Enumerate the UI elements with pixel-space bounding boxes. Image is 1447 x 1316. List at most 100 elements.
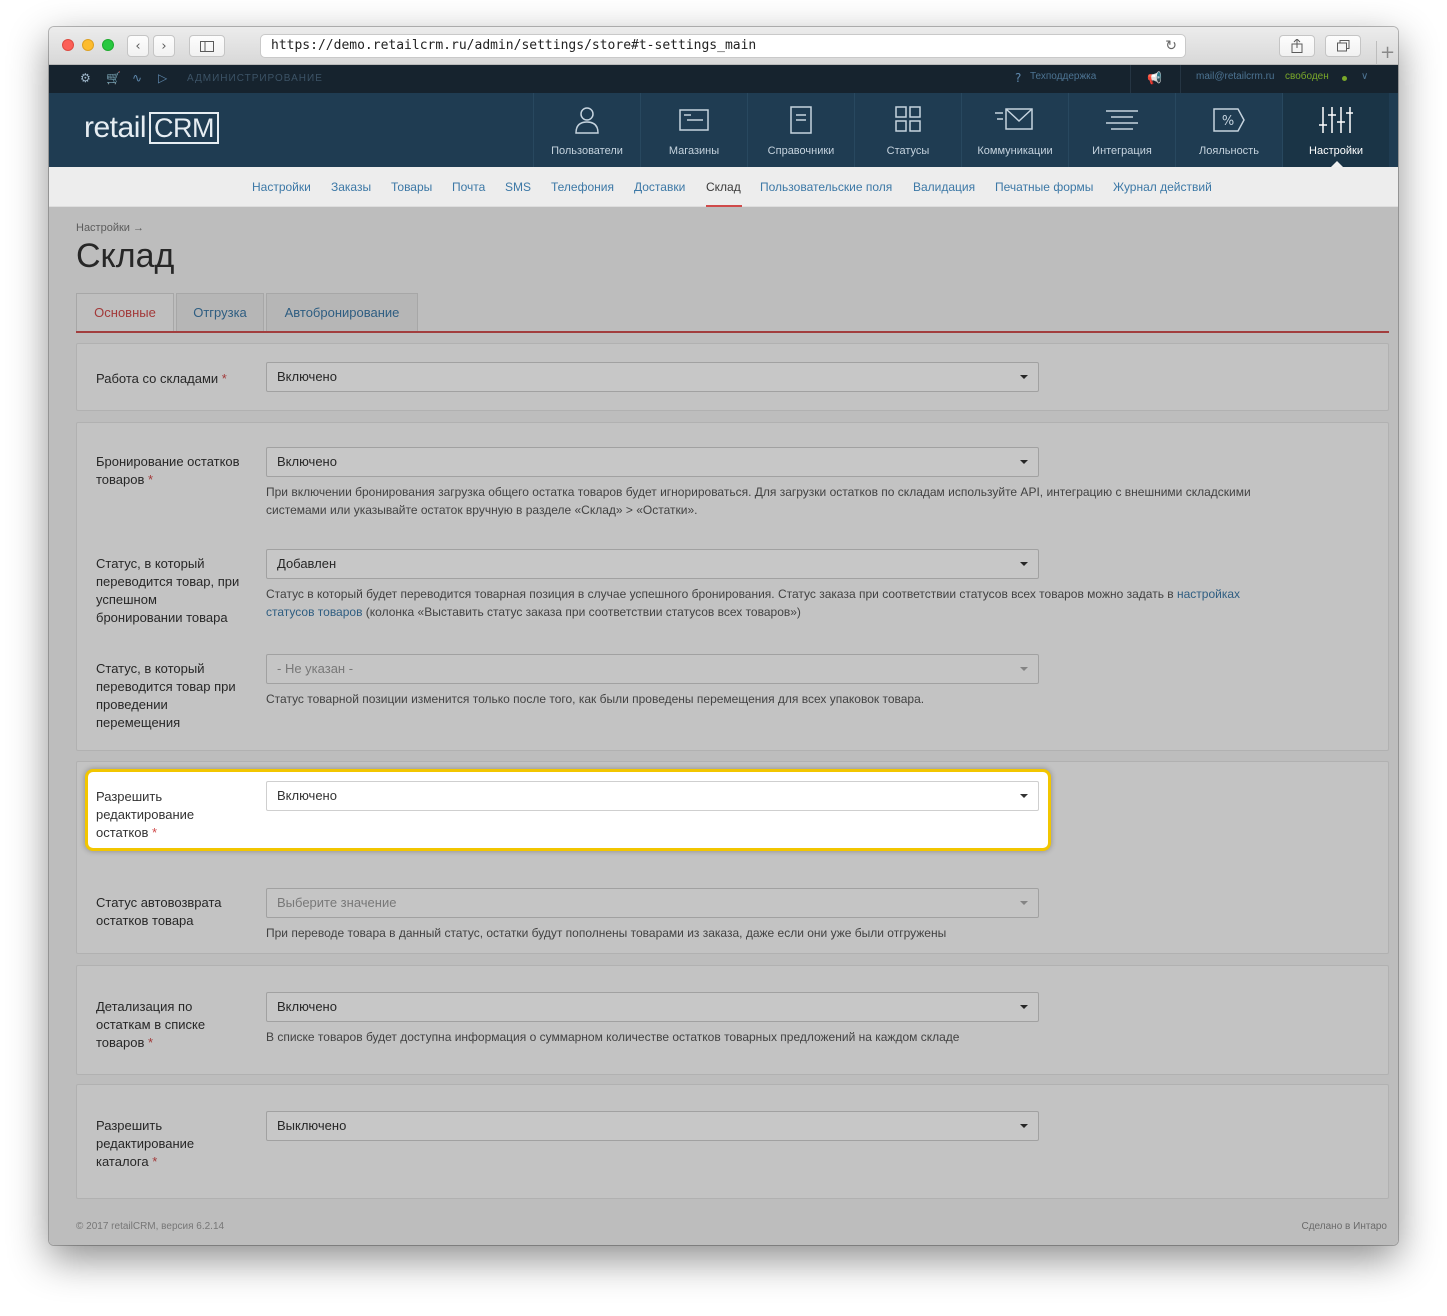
minimize-window-button[interactable] bbox=[82, 39, 94, 51]
subnav-action-log[interactable]: Журнал действий bbox=[1113, 180, 1212, 194]
sidebar-button[interactable] bbox=[189, 35, 225, 57]
reserve-status-select[interactable]: Добавлен bbox=[266, 549, 1039, 579]
tabs-overview-button[interactable] bbox=[1325, 35, 1361, 57]
reserve-value: Включено bbox=[277, 454, 337, 469]
subnav-delivery[interactable]: Доставки bbox=[634, 180, 685, 194]
nav-loyalty[interactable]: % Лояльность bbox=[1175, 93, 1282, 167]
cart-icon[interactable]: 🛒 bbox=[106, 71, 121, 85]
browser-window: ‹ › https://demo.retailcrm.ru/admin/sett… bbox=[49, 27, 1398, 1245]
logo-text: retail bbox=[84, 111, 147, 144]
edit-stock-select[interactable]: Включено bbox=[266, 781, 1039, 811]
nav-settings-label: Настройки bbox=[1309, 145, 1363, 157]
footer-copyright: © 2017 retailCRM, версия 6.2.14 bbox=[76, 1221, 225, 1232]
nav-users-label: Пользователи bbox=[551, 145, 623, 157]
nav-communications-label: Коммуникации bbox=[977, 145, 1053, 157]
edit-catalog-value: Выключено bbox=[277, 1118, 347, 1133]
retailcrm-logo[interactable]: retail CRM bbox=[84, 111, 220, 145]
support-link[interactable]: Техподдержка bbox=[1030, 71, 1096, 82]
help-circle-icon[interactable]: ? bbox=[1015, 71, 1021, 85]
subnav-sms[interactable]: SMS bbox=[505, 180, 531, 194]
autoreturn-status-label: Статус автовозврата остатков товара bbox=[96, 895, 222, 928]
detail-stock-select[interactable]: Включено bbox=[266, 992, 1039, 1022]
edit-catalog-label: Разрешить редактирование каталога bbox=[96, 1118, 195, 1169]
tab-underline bbox=[76, 331, 1389, 333]
reserve-help: При включении бронирования загрузка обще… bbox=[266, 485, 1251, 517]
nav-integration-label: Интеграция bbox=[1092, 145, 1152, 157]
subnav-print-forms[interactable]: Печатные формы bbox=[995, 180, 1093, 194]
caret-down-icon bbox=[1020, 1124, 1028, 1128]
divider bbox=[1130, 65, 1131, 93]
user-status[interactable]: свободен bbox=[1285, 71, 1329, 82]
settings-subnav: Настройки Заказы Товары Почта SMS Телефо… bbox=[49, 167, 1398, 207]
autoreturn-status-select[interactable]: Выберите значение bbox=[266, 888, 1039, 918]
page-content: Настройки → Склад Основные Отгрузка Авто… bbox=[49, 207, 1398, 1245]
panel-reservation: Бронирование остатков товаров * Включено… bbox=[76, 422, 1389, 751]
subnav-settings[interactable]: Настройки bbox=[252, 180, 311, 194]
nav-references[interactable]: Справочники bbox=[747, 93, 854, 167]
subnav-custom-fields[interactable]: Пользовательские поля bbox=[760, 180, 892, 194]
required-mark: * bbox=[152, 825, 158, 840]
browser-toolbar: ‹ › https://demo.retailcrm.ru/admin/sett… bbox=[49, 27, 1398, 65]
reload-icon[interactable]: ↻ bbox=[1165, 35, 1177, 57]
footer-credit[interactable]: Сделано в Интаро bbox=[1302, 1221, 1388, 1232]
field-label: Разрешить редактирование каталога * bbox=[96, 1117, 246, 1171]
close-window-button[interactable] bbox=[62, 39, 74, 51]
percent-tag-icon: % bbox=[1213, 108, 1245, 132]
main-header: retail CRM Пользователи Магазины Справочн… bbox=[49, 93, 1398, 168]
detail-stock-value: Включено bbox=[277, 999, 337, 1014]
nav-stores[interactable]: Магазины bbox=[640, 93, 747, 167]
zoom-window-button[interactable] bbox=[102, 39, 114, 51]
nav-communications[interactable]: Коммуникации bbox=[961, 93, 1068, 167]
reserve-status-help: Статус в который будет переводится товар… bbox=[266, 585, 1266, 621]
tab-main[interactable]: Основные bbox=[76, 293, 174, 331]
share-button[interactable] bbox=[1279, 35, 1315, 57]
nav-integration[interactable]: Интеграция bbox=[1068, 93, 1175, 167]
subnav-mail[interactable]: Почта bbox=[452, 180, 485, 194]
admin-section-label: АДМИНИСТРИРОВАНИЕ bbox=[187, 73, 323, 84]
forward-button[interactable]: › bbox=[153, 35, 175, 57]
integration-lines-icon bbox=[1106, 110, 1138, 130]
caret-down-icon bbox=[1020, 1005, 1028, 1009]
required-mark: * bbox=[148, 472, 154, 487]
address-bar[interactable]: https://demo.retailcrm.ru/admin/settings… bbox=[260, 34, 1186, 58]
subnav-warehouse[interactable]: Склад bbox=[706, 180, 741, 194]
panel-warehouses: Работа со складами * Включено bbox=[76, 343, 1389, 411]
required-mark: * bbox=[152, 1154, 158, 1169]
edit-catalog-select[interactable]: Выключено bbox=[266, 1111, 1039, 1141]
nav-users[interactable]: Пользователи bbox=[533, 93, 640, 167]
nav-statuses[interactable]: Статусы bbox=[854, 93, 961, 167]
tab-autoreserve[interactable]: Автобронирование bbox=[266, 293, 418, 331]
help-text: (колонка «Выставить статус заказа при со… bbox=[362, 605, 801, 619]
tab-shipment[interactable]: Отгрузка bbox=[176, 293, 264, 331]
breadcrumb[interactable]: Настройки → bbox=[76, 222, 144, 234]
admin-bar: ⚙ 🛒 ∿ ▷ АДМИНИСТРИРОВАНИЕ ? Техподдержка… bbox=[49, 65, 1398, 93]
transfer-status-label: Статус, в который переводится товар при … bbox=[96, 661, 236, 730]
sidebar-icon bbox=[200, 40, 214, 52]
transfer-status-select[interactable]: - Не указан - bbox=[266, 654, 1039, 684]
user-email[interactable]: mail@retailcrm.ru bbox=[1196, 71, 1275, 82]
play-icon[interactable]: ▷ bbox=[158, 71, 167, 85]
caret-down-icon bbox=[1020, 667, 1028, 671]
warehouses-select[interactable]: Включено bbox=[266, 362, 1039, 392]
subnav-validation[interactable]: Валидация bbox=[913, 180, 975, 194]
chart-icon[interactable]: ∿ bbox=[132, 71, 142, 85]
megaphone-icon[interactable]: 📢 bbox=[1147, 71, 1162, 85]
reserve-label: Бронирование остатков товаров bbox=[96, 454, 240, 487]
chevron-right-icon: › bbox=[161, 38, 167, 54]
chevron-down-icon[interactable]: ∨ bbox=[1361, 71, 1368, 82]
warehouses-value: Включено bbox=[277, 369, 337, 384]
subnav-telephony[interactable]: Телефония bbox=[551, 180, 614, 194]
gear-icon[interactable]: ⚙ bbox=[80, 71, 91, 85]
new-tab-button[interactable]: + bbox=[1376, 41, 1398, 65]
subnav-products[interactable]: Товары bbox=[391, 180, 432, 194]
autoreturn-status-help: При переводе товара в данный статус, ост… bbox=[266, 926, 947, 940]
tabs-icon bbox=[1336, 40, 1349, 52]
back-button[interactable]: ‹ bbox=[127, 35, 149, 57]
caret-down-icon bbox=[1020, 460, 1028, 464]
nav-settings[interactable]: Настройки bbox=[1282, 93, 1389, 168]
edit-stock-value: Включено bbox=[277, 788, 337, 803]
subnav-orders[interactable]: Заказы bbox=[331, 180, 371, 194]
reserve-select[interactable]: Включено bbox=[266, 447, 1039, 477]
panel-catalog-editing: Разрешить редактирование каталога * Выкл… bbox=[76, 1084, 1389, 1199]
highlighted-edit-stock-field: Разрешить редактирование остатков * Вклю… bbox=[85, 769, 1051, 851]
